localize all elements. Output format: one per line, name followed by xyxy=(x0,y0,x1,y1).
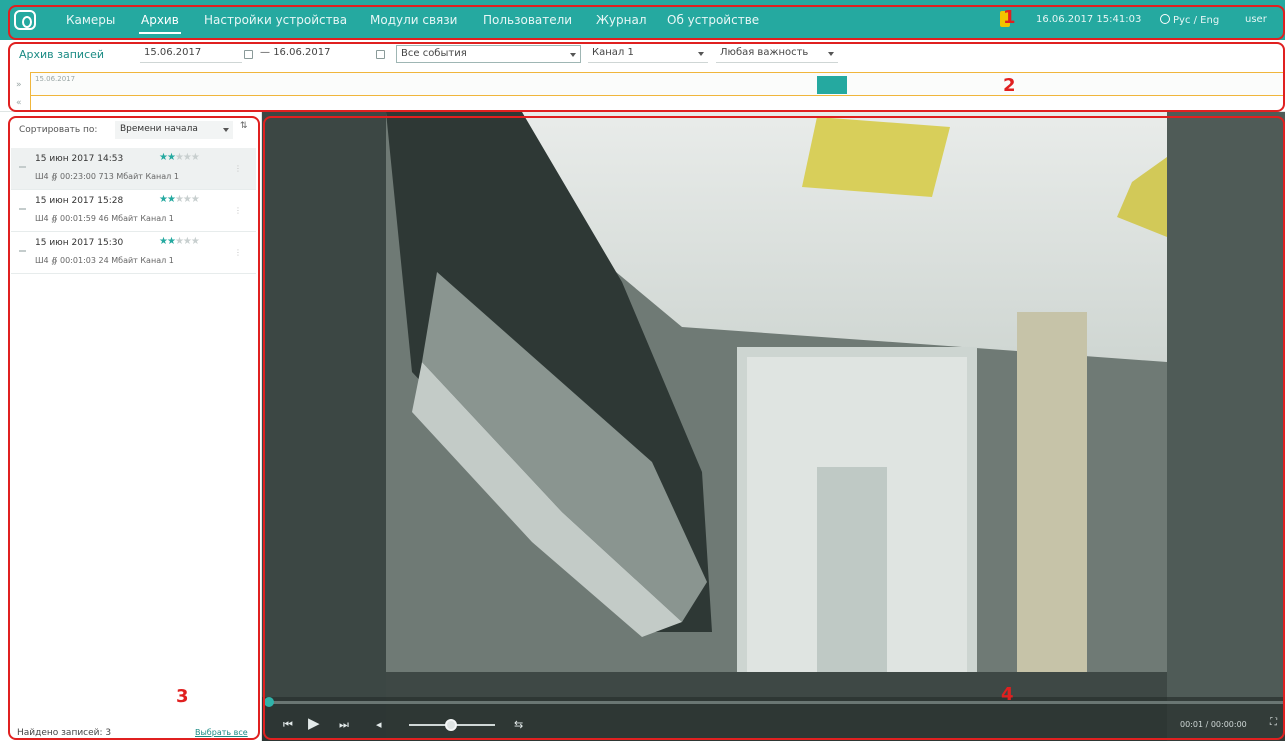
loop-icon[interactable]: ⇆ xyxy=(514,718,523,731)
record-date: 15 июн 2017 15:30 xyxy=(35,238,124,248)
nav-item-journal[interactable]: Журнал xyxy=(596,13,647,27)
rating-stars[interactable]: ★★★★★ xyxy=(159,152,200,163)
record-item[interactable]: 15 июн 2017 15:28 ★★★★★ Ш4 ∯ 00:01:59 46… xyxy=(11,190,256,232)
records-list-panel: Сортировать по: Времени начала ⇅ 15 июн … xyxy=(0,112,262,741)
record-checkbox[interactable] xyxy=(19,208,26,210)
annotation-number-4: 4 xyxy=(1001,684,1014,705)
playback-time: 00:01 / 00:00:00 xyxy=(1180,720,1247,729)
volume-knob[interactable] xyxy=(445,719,457,731)
annotation-number-1: 1 xyxy=(1003,7,1016,28)
record-meta: Ш4 ∯ 00:01:59 46 Мбайт Канал 1 xyxy=(35,214,174,223)
globe-icon xyxy=(1160,14,1170,24)
archive-filter-bar: Архив записей 15.06.2017 — 16.06.2017 Вс… xyxy=(0,40,1285,112)
play-icon[interactable]: ▶ xyxy=(308,714,320,732)
fullscreen-icon[interactable]: ⛶ xyxy=(1270,717,1277,728)
timeline[interactable]: 15.06.2017 xyxy=(30,72,1285,96)
event-type-select[interactable]: Все события xyxy=(396,45,581,63)
date-to-input[interactable]: 16.06.2017 xyxy=(273,47,330,58)
more-options-icon[interactable]: ⋮ xyxy=(234,248,242,257)
timeline-zoom-in-icon[interactable]: » xyxy=(16,80,22,90)
nav-item-archive[interactable]: Архив xyxy=(139,13,181,34)
language-label: Рус / Eng xyxy=(1173,15,1220,26)
event-type-value: Все события xyxy=(401,48,467,59)
annotation-number-2: 2 xyxy=(1003,75,1016,96)
select-all-link[interactable]: Выбрать все xyxy=(195,728,248,737)
playback-progress-bar[interactable] xyxy=(264,697,1285,707)
calendar-icon[interactable] xyxy=(244,50,253,59)
more-options-icon[interactable]: ⋮ xyxy=(234,206,242,215)
progress-knob[interactable] xyxy=(264,697,274,707)
record-item[interactable]: 15 июн 2017 15:30 ★★★★★ Ш4 ∯ 00:01:03 24… xyxy=(11,232,256,274)
record-meta: Ш4 ∯ 00:01:03 24 Мбайт Канал 1 xyxy=(35,256,174,265)
record-item[interactable]: 15 июн 2017 14:53 ★★★★★ Ш4 ∯ 00:23:00 71… xyxy=(11,148,256,190)
importance-select[interactable]: Любая важность xyxy=(716,45,838,63)
nav-item-about[interactable]: Об устройстве xyxy=(667,13,759,27)
player-controls: ⏮ ▶ ⏭ ◂ ⇆ 00:01 / 00:00:00 ⛶ xyxy=(262,697,1285,741)
record-meta: Ш4 ∯ 00:23:00 713 Мбайт Канал 1 xyxy=(35,172,179,181)
sort-label: Сортировать по: xyxy=(19,125,98,135)
chevron-down-icon xyxy=(570,53,576,57)
timeline-track[interactable] xyxy=(30,96,1285,111)
annotation-number-3: 3 xyxy=(176,686,189,707)
sort-select[interactable]: Времени начала xyxy=(115,121,233,139)
nav-item-cameras[interactable]: Камеры xyxy=(66,13,115,27)
record-date: 15 июн 2017 14:53 xyxy=(35,154,124,164)
nav-item-comm-modules[interactable]: Модули связи xyxy=(370,13,457,27)
date-from-input[interactable]: 15.06.2017 xyxy=(140,45,242,63)
chevron-down-icon xyxy=(223,128,229,132)
top-navigation-bar: Камеры Архив Настройки устройства Модули… xyxy=(0,0,1285,40)
current-datetime: 16.06.2017 15:41:03 xyxy=(1036,14,1142,25)
logo-icon xyxy=(14,10,36,30)
rating-stars[interactable]: ★★★★★ xyxy=(159,194,200,205)
skip-back-icon[interactable]: ⏮ xyxy=(283,718,293,732)
video-player[interactable]: ⏮ ▶ ⏭ ◂ ⇆ 00:01 / 00:00:00 ⛶ xyxy=(262,112,1285,741)
timeline-record-segment[interactable] xyxy=(817,76,847,94)
skip-forward-icon[interactable]: ⏭ xyxy=(339,718,349,732)
timeline-date-label: 15.06.2017 xyxy=(35,75,76,83)
date-separator: — xyxy=(260,47,270,58)
rating-stars[interactable]: ★★★★★ xyxy=(159,236,200,247)
nav-item-device-settings[interactable]: Настройки устройства xyxy=(204,13,347,27)
channel-select[interactable]: Канал 1 xyxy=(588,45,708,63)
user-name[interactable]: user xyxy=(1245,14,1267,25)
page-title: Архив записей xyxy=(19,48,105,61)
timeline-zoom-out-icon[interactable]: « xyxy=(16,98,22,108)
video-frame xyxy=(262,112,1285,741)
calendar-icon[interactable] xyxy=(376,50,385,59)
records-count: Найдено записей: 3 xyxy=(17,728,112,738)
record-date: 15 июн 2017 15:28 xyxy=(35,196,124,206)
sort-value: Времени начала xyxy=(120,124,198,134)
record-checkbox[interactable] xyxy=(19,166,26,168)
language-switch[interactable]: Рус / Eng xyxy=(1160,14,1219,26)
chevron-down-icon xyxy=(828,52,834,56)
date-to-group: — 16.06.2017 xyxy=(256,45,370,63)
record-checkbox[interactable] xyxy=(19,250,26,252)
chevron-down-icon xyxy=(698,52,704,56)
nav-item-users[interactable]: Пользователи xyxy=(483,13,572,27)
app-root: Камеры Архив Настройки устройства Модули… xyxy=(0,0,1285,741)
importance-value: Любая важность xyxy=(720,47,809,58)
more-options-icon[interactable]: ⋮ xyxy=(234,164,242,173)
volume-icon[interactable]: ◂ xyxy=(376,718,382,731)
sort-direction-icon[interactable]: ⇅ xyxy=(240,121,252,139)
channel-value: Канал 1 xyxy=(592,47,634,58)
